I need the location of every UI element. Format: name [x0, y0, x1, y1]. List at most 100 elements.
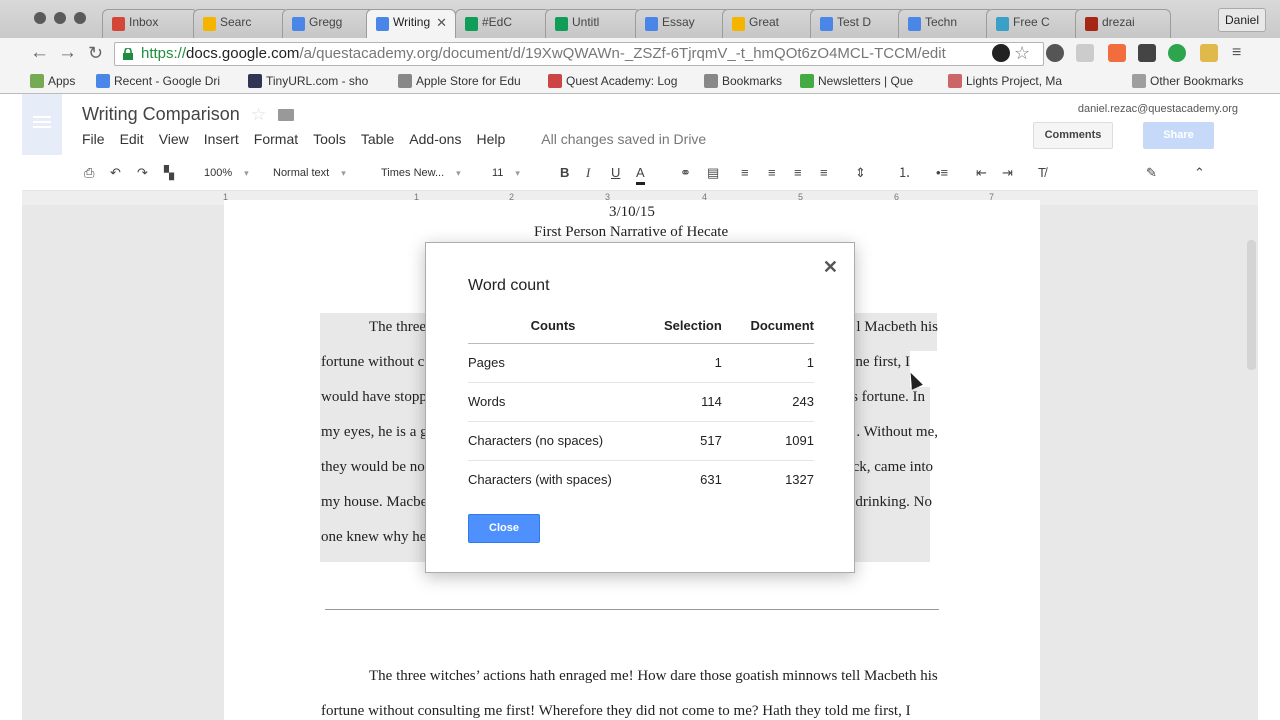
align-right-icon[interactable]: ≡ — [794, 164, 802, 182]
menu-item-edit[interactable]: Edit — [120, 131, 144, 147]
scrollbar[interactable] — [1247, 240, 1256, 370]
window-zoom-icon[interactable] — [74, 12, 86, 24]
tab-close-icon[interactable]: ✕ — [436, 15, 447, 31]
browser-tab[interactable]: drezai — [1075, 9, 1171, 38]
bookmark-item[interactable]: Apple Store for Edu — [398, 74, 521, 88]
menu-item-file[interactable]: File — [82, 131, 105, 147]
menu-item-tools[interactable]: Tools — [313, 131, 346, 147]
profile-button[interactable]: Daniel — [1218, 8, 1266, 32]
cast-icon[interactable] — [1076, 44, 1094, 62]
menu-item-add-ons[interactable]: Add-ons — [409, 131, 461, 147]
font-size-select[interactable]: 11 — [492, 164, 520, 182]
bookmark-icon — [948, 74, 962, 88]
body-text-fragment: The three — [369, 319, 427, 335]
decrease-indent-icon[interactable]: ⇤ — [976, 164, 987, 182]
align-left-icon[interactable]: ≡ — [741, 164, 749, 182]
body-text-fragment: ck, came into — [852, 459, 933, 475]
paint-format-icon[interactable]: ▚ — [164, 164, 174, 182]
numbered-list-icon[interactable]: ⒈ — [898, 164, 911, 182]
table-cell: 243 — [721, 382, 814, 422]
star-icon[interactable]: ☆ — [251, 105, 266, 125]
close-icon[interactable]: ✕ — [823, 257, 838, 278]
link-icon[interactable]: ⚭ — [680, 164, 691, 182]
chrome-menu-icon[interactable]: ≡ — [1232, 44, 1250, 62]
align-center-icon[interactable]: ≡ — [768, 164, 776, 182]
window-close-icon[interactable] — [34, 12, 46, 24]
bulleted-list-icon[interactable]: •≡ — [936, 164, 948, 182]
justify-icon[interactable]: ≡ — [820, 164, 828, 182]
browser-tab[interactable]: Essay — [635, 9, 731, 38]
menu-item-help[interactable]: Help — [476, 131, 505, 147]
clock-extension-icon[interactable] — [1108, 44, 1126, 62]
bookmark-item[interactable]: Lights Project, Ma — [948, 74, 1062, 88]
menu-item-table[interactable]: Table — [361, 131, 394, 147]
redo-icon[interactable]: ↷ — [137, 164, 148, 182]
share-button[interactable]: Share — [1143, 122, 1214, 149]
back-icon[interactable]: ← — [30, 42, 49, 64]
film-extension-icon[interactable] — [1138, 44, 1156, 62]
bookmark-icon — [548, 74, 562, 88]
browser-tab[interactable]: Free C — [986, 9, 1082, 38]
lock-icon — [123, 48, 133, 60]
menu-bar: File Edit View Insert Format Tools Table Add-on… — [82, 131, 721, 147]
bookmark-item[interactable]: Newsletters | Que — [800, 74, 913, 88]
docs-home-icon[interactable] — [22, 94, 62, 155]
italic-icon[interactable]: I — [586, 164, 590, 182]
comment-icon[interactable]: ▤ — [707, 164, 719, 182]
style-select[interactable]: Normal text — [273, 164, 346, 182]
close-button[interactable]: Close — [468, 514, 540, 543]
font-select[interactable]: Times New... — [381, 164, 461, 182]
url-host: docs.google.com — [186, 45, 300, 62]
bookmark-item[interactable]: TinyURL.com - sho — [248, 74, 368, 88]
increase-indent-icon[interactable]: ⇥ — [1002, 164, 1013, 182]
table-cell: 114 — [638, 382, 722, 422]
reload-icon[interactable]: ↻ — [88, 42, 103, 64]
browser-tab[interactable]: Inbox — [102, 9, 198, 38]
bookmark-item[interactable]: Quest Academy: Log — [548, 74, 677, 88]
clear-formatting-icon[interactable]: T̸ — [1038, 164, 1046, 182]
editing-mode-icon[interactable]: ✎ — [1146, 164, 1157, 182]
bookmark-item[interactable]: Apps — [30, 74, 75, 88]
document-title[interactable]: Writing Comparison — [82, 104, 240, 125]
menu-item-format[interactable]: Format — [254, 131, 298, 147]
bookmark-item[interactable]: Recent - Google Dri — [96, 74, 220, 88]
extension-camera-icon[interactable] — [992, 44, 1010, 62]
print-icon[interactable]: ⎙ — [84, 164, 94, 182]
bookmark-item[interactable]: Bookmarks — [704, 74, 782, 88]
account-email[interactable]: daniel.rezac@questacademy.org — [1078, 103, 1238, 115]
window-minimize-icon[interactable] — [54, 12, 66, 24]
browser-tab[interactable]: Searc — [193, 9, 289, 38]
grammar-extension-icon[interactable] — [1168, 44, 1186, 62]
folder-icon[interactable] — [278, 109, 294, 121]
browser-tab[interactable]: Gregg — [282, 9, 378, 38]
bold-icon[interactable]: B — [560, 164, 569, 182]
bookmark-star-icon[interactable]: ☆ — [1014, 44, 1032, 62]
browser-tab[interactable]: #EdC — [455, 9, 551, 38]
browser-tab[interactable]: Test D — [810, 9, 906, 38]
notes-extension-icon[interactable] — [1200, 44, 1218, 62]
zoom-select[interactable]: 100% — [204, 164, 249, 182]
browser-tab[interactable]: Great — [722, 9, 818, 38]
table-cell: 517 — [638, 421, 722, 461]
bookmark-label: Quest Academy: Log — [566, 74, 678, 88]
browser-tab[interactable]: Writing ✕ — [366, 9, 456, 38]
forward-icon[interactable]: → — [58, 42, 77, 64]
body-text-fragment: s fortune. In — [852, 389, 925, 405]
table-cell: 1 — [638, 343, 722, 383]
collapse-menus-icon[interactable]: ⌃ — [1194, 164, 1205, 182]
pocket-icon[interactable] — [1046, 44, 1064, 62]
menu-item-view[interactable]: View — [159, 131, 189, 147]
table-cell: Words — [468, 382, 638, 422]
menu-item-insert[interactable]: Insert — [204, 131, 239, 147]
browser-tab[interactable]: Untitl — [545, 9, 641, 38]
address-bar[interactable]: https://docs.google.com/a/questacademy.o… — [114, 42, 1044, 66]
body-text-fragment: . Without me, — [856, 424, 938, 440]
comments-button[interactable]: Comments — [1033, 122, 1113, 149]
browser-tab[interactable]: Techn — [898, 9, 994, 38]
text-color-icon[interactable]: A — [636, 164, 645, 185]
undo-icon[interactable]: ↶ — [110, 164, 121, 182]
other-bookmarks[interactable]: Other Bookmarks — [1132, 74, 1243, 88]
line-spacing-icon[interactable]: ⇕ — [855, 164, 866, 182]
tab-favicon-icon — [376, 17, 389, 31]
underline-icon[interactable]: U — [611, 164, 620, 182]
